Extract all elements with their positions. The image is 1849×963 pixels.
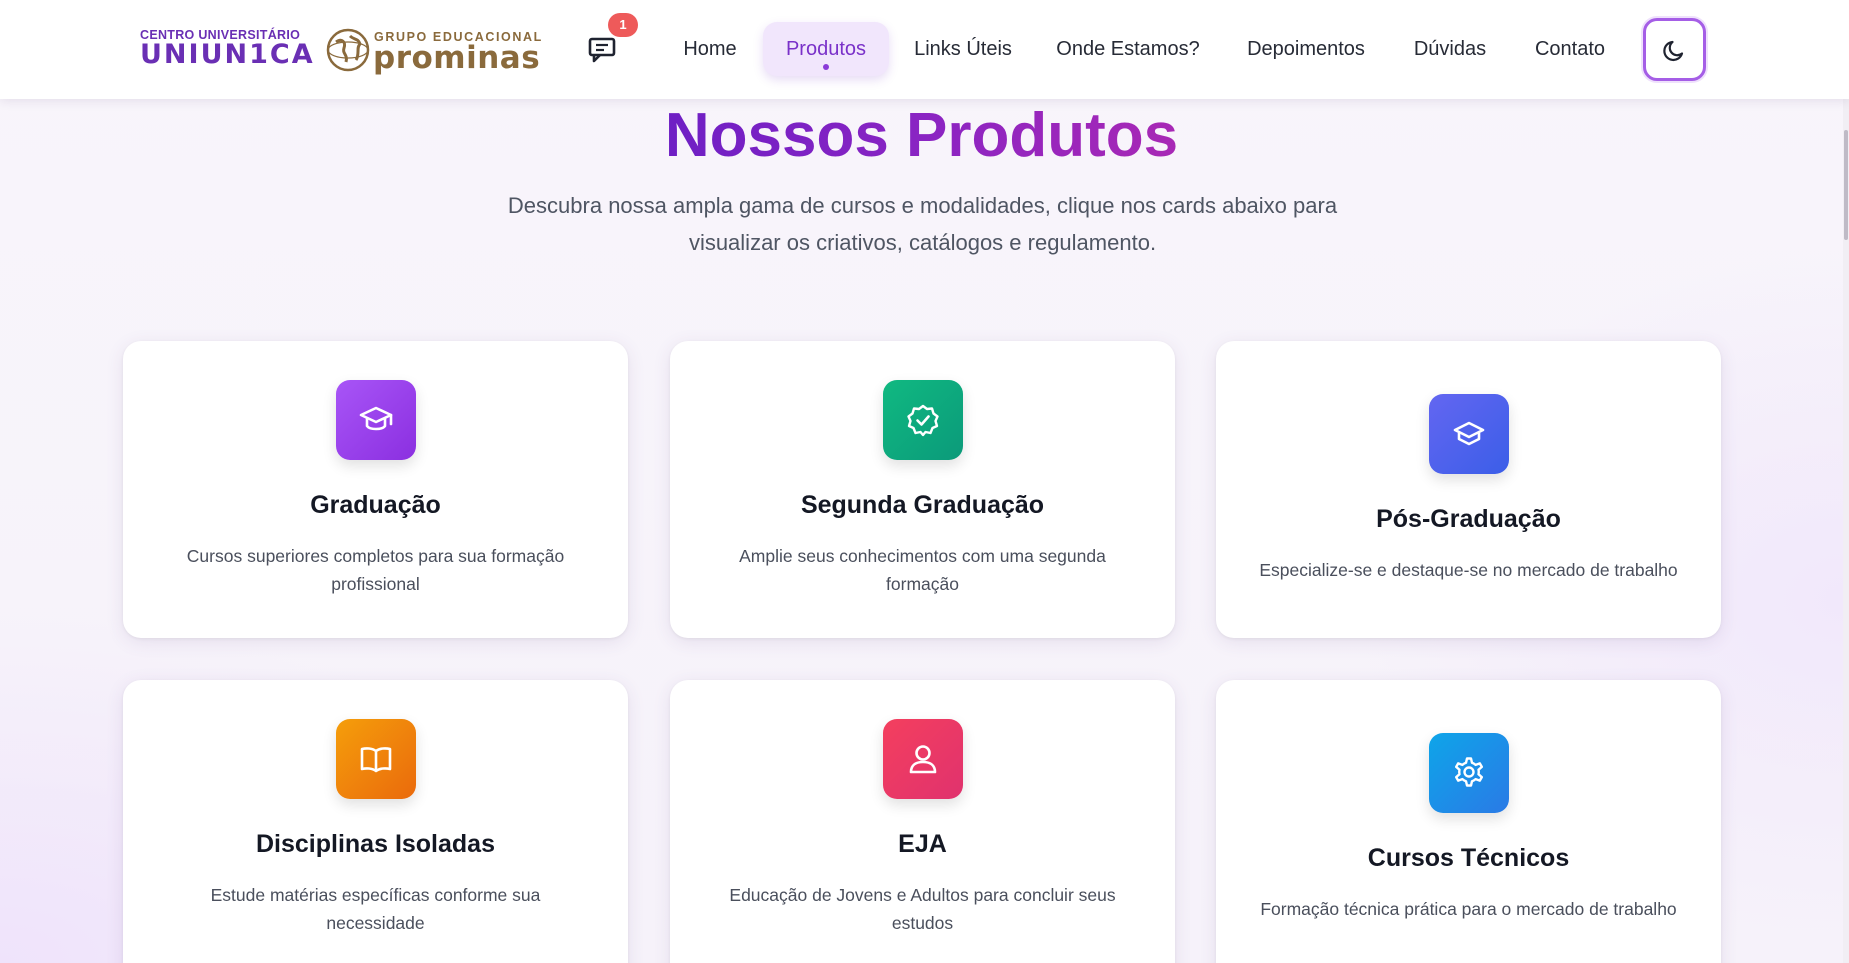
book-open-icon xyxy=(360,747,392,773)
nav-contato[interactable]: Contato xyxy=(1525,22,1615,76)
eja-description-line1: Educação de Jovens e Adultos para conclu… xyxy=(729,885,1116,905)
pos-graduacao-title: Pós-Graduação xyxy=(1376,505,1561,533)
pos-graduacao-description-line1: Especialize-se e destaque-se no mercado … xyxy=(1259,560,1678,580)
cursos-tecnicos-icon-box xyxy=(1429,733,1509,813)
graduacao-description: Cursos superiores completos para sua for… xyxy=(173,542,578,598)
messages-badge: 1 xyxy=(608,13,638,37)
prominas-logo[interactable]: GRUPO EDUCACIONAL prominas xyxy=(326,26,548,76)
cursos-tecnicos-description: Formação técnica prática para o mercado … xyxy=(1236,895,1701,923)
product-card-segunda-graduacao[interactable]: Segunda Graduação Amplie seus conhecimen… xyxy=(670,341,1175,638)
eja-title: EJA xyxy=(898,830,947,858)
product-card-pos-graduacao[interactable]: Pós-Graduação Especialize-se e destaque-… xyxy=(1216,341,1721,638)
unica-logo[interactable]: CENTRO UNIVERSITÁRIO UNIUN1CA xyxy=(140,28,315,72)
page-subtitle: Descubra nossa ampla gama de cursos e mo… xyxy=(500,187,1345,261)
graduation-cap-icon xyxy=(359,406,393,431)
badge-check-icon xyxy=(907,404,939,437)
graduacao-description-line1: Cursos superiores completos para sua for… xyxy=(186,546,565,566)
disciplinas-isoladas-icon-box xyxy=(336,719,416,799)
product-card-graduacao[interactable]: Graduação Cursos superiores completos pa… xyxy=(123,341,628,638)
segunda-graduacao-title: Segunda Graduação xyxy=(800,491,1045,519)
layers-icon xyxy=(1453,421,1485,446)
nav-onde-estamos[interactable]: Onde Estamos? xyxy=(1050,22,1206,76)
top-navbar: CENTRO UNIVERSITÁRIO UNIUN1CA GRUPO EDUC… xyxy=(0,0,1849,99)
page-scrollbar-thumb[interactable] xyxy=(1844,130,1848,240)
graduacao-title: Graduação xyxy=(310,491,441,519)
graduacao-description-line2: profissional xyxy=(331,574,420,594)
page-title-text: Nossos Produtos xyxy=(664,101,1179,170)
eja-description-line2: estudos xyxy=(891,913,954,933)
cursos-tecnicos-title: Cursos Técnicos xyxy=(1367,844,1570,872)
message-icon xyxy=(588,37,616,63)
segunda-graduacao-description-line1: Amplie seus conhecimentos com uma segund… xyxy=(739,546,1106,566)
pos-graduacao-description: Especialize-se e destaque-se no mercado … xyxy=(1236,556,1701,584)
cursos-tecnicos-description-line1: Formação técnica prática para o mercado … xyxy=(1260,899,1677,919)
segunda-graduacao-description-line2: formação xyxy=(886,574,959,594)
gear-icon xyxy=(1455,757,1483,787)
nav-produtos-label: Produtos xyxy=(785,38,867,60)
segunda-graduacao-description: Amplie seus conhecimentos com uma segund… xyxy=(720,542,1125,598)
product-card-eja[interactable]: EJA Educação de Jovens e Adultos para co… xyxy=(670,680,1175,963)
theme-toggle-button[interactable] xyxy=(1643,18,1706,81)
nav-home[interactable]: Home xyxy=(670,22,750,76)
nav-links-uteis[interactable]: Links Úteis xyxy=(903,22,1023,76)
page-subtitle-line1: Descubra nossa ampla gama de cursos e mo… xyxy=(507,193,1338,218)
nav-produtos[interactable]: Produtos xyxy=(763,22,889,76)
prominas-logo-main-text: prominas xyxy=(373,40,541,76)
globe-icon xyxy=(326,28,370,72)
nav-duvidas[interactable]: Dúvidas xyxy=(1405,22,1495,76)
segunda-graduacao-icon-box xyxy=(883,380,963,460)
moon-icon xyxy=(1663,40,1684,62)
disciplinas-isoladas-description-line2: necessidade xyxy=(326,913,425,933)
eja-description: Educação de Jovens e Adultos para conclu… xyxy=(720,881,1125,937)
pos-graduacao-icon-box xyxy=(1429,394,1509,474)
disciplinas-isoladas-description: Estude matérias específicas conforme sua… xyxy=(173,881,578,937)
disciplinas-isoladas-title: Disciplinas Isoladas xyxy=(256,830,495,858)
user-icon xyxy=(909,745,937,774)
nav-depoimentos[interactable]: Depoimentos xyxy=(1236,22,1376,76)
product-card-cursos-tecnicos[interactable]: Cursos Técnicos Formação técnica prática… xyxy=(1216,680,1721,963)
page-subtitle-line2: visualizar os criativos, catálogos e reg… xyxy=(688,230,1157,255)
active-indicator-dot xyxy=(823,64,829,70)
page-title: Nossos Produtos xyxy=(0,100,1843,171)
product-card-disciplinas-isoladas[interactable]: Disciplinas Isoladas Estude matérias esp… xyxy=(123,680,628,963)
disciplinas-isoladas-description-line1: Estude matérias específicas conforme sua xyxy=(210,885,541,905)
unica-logo-main-text: UNIUN1CA xyxy=(140,39,315,70)
graduacao-icon-box xyxy=(336,380,416,460)
eja-icon-box xyxy=(883,719,963,799)
